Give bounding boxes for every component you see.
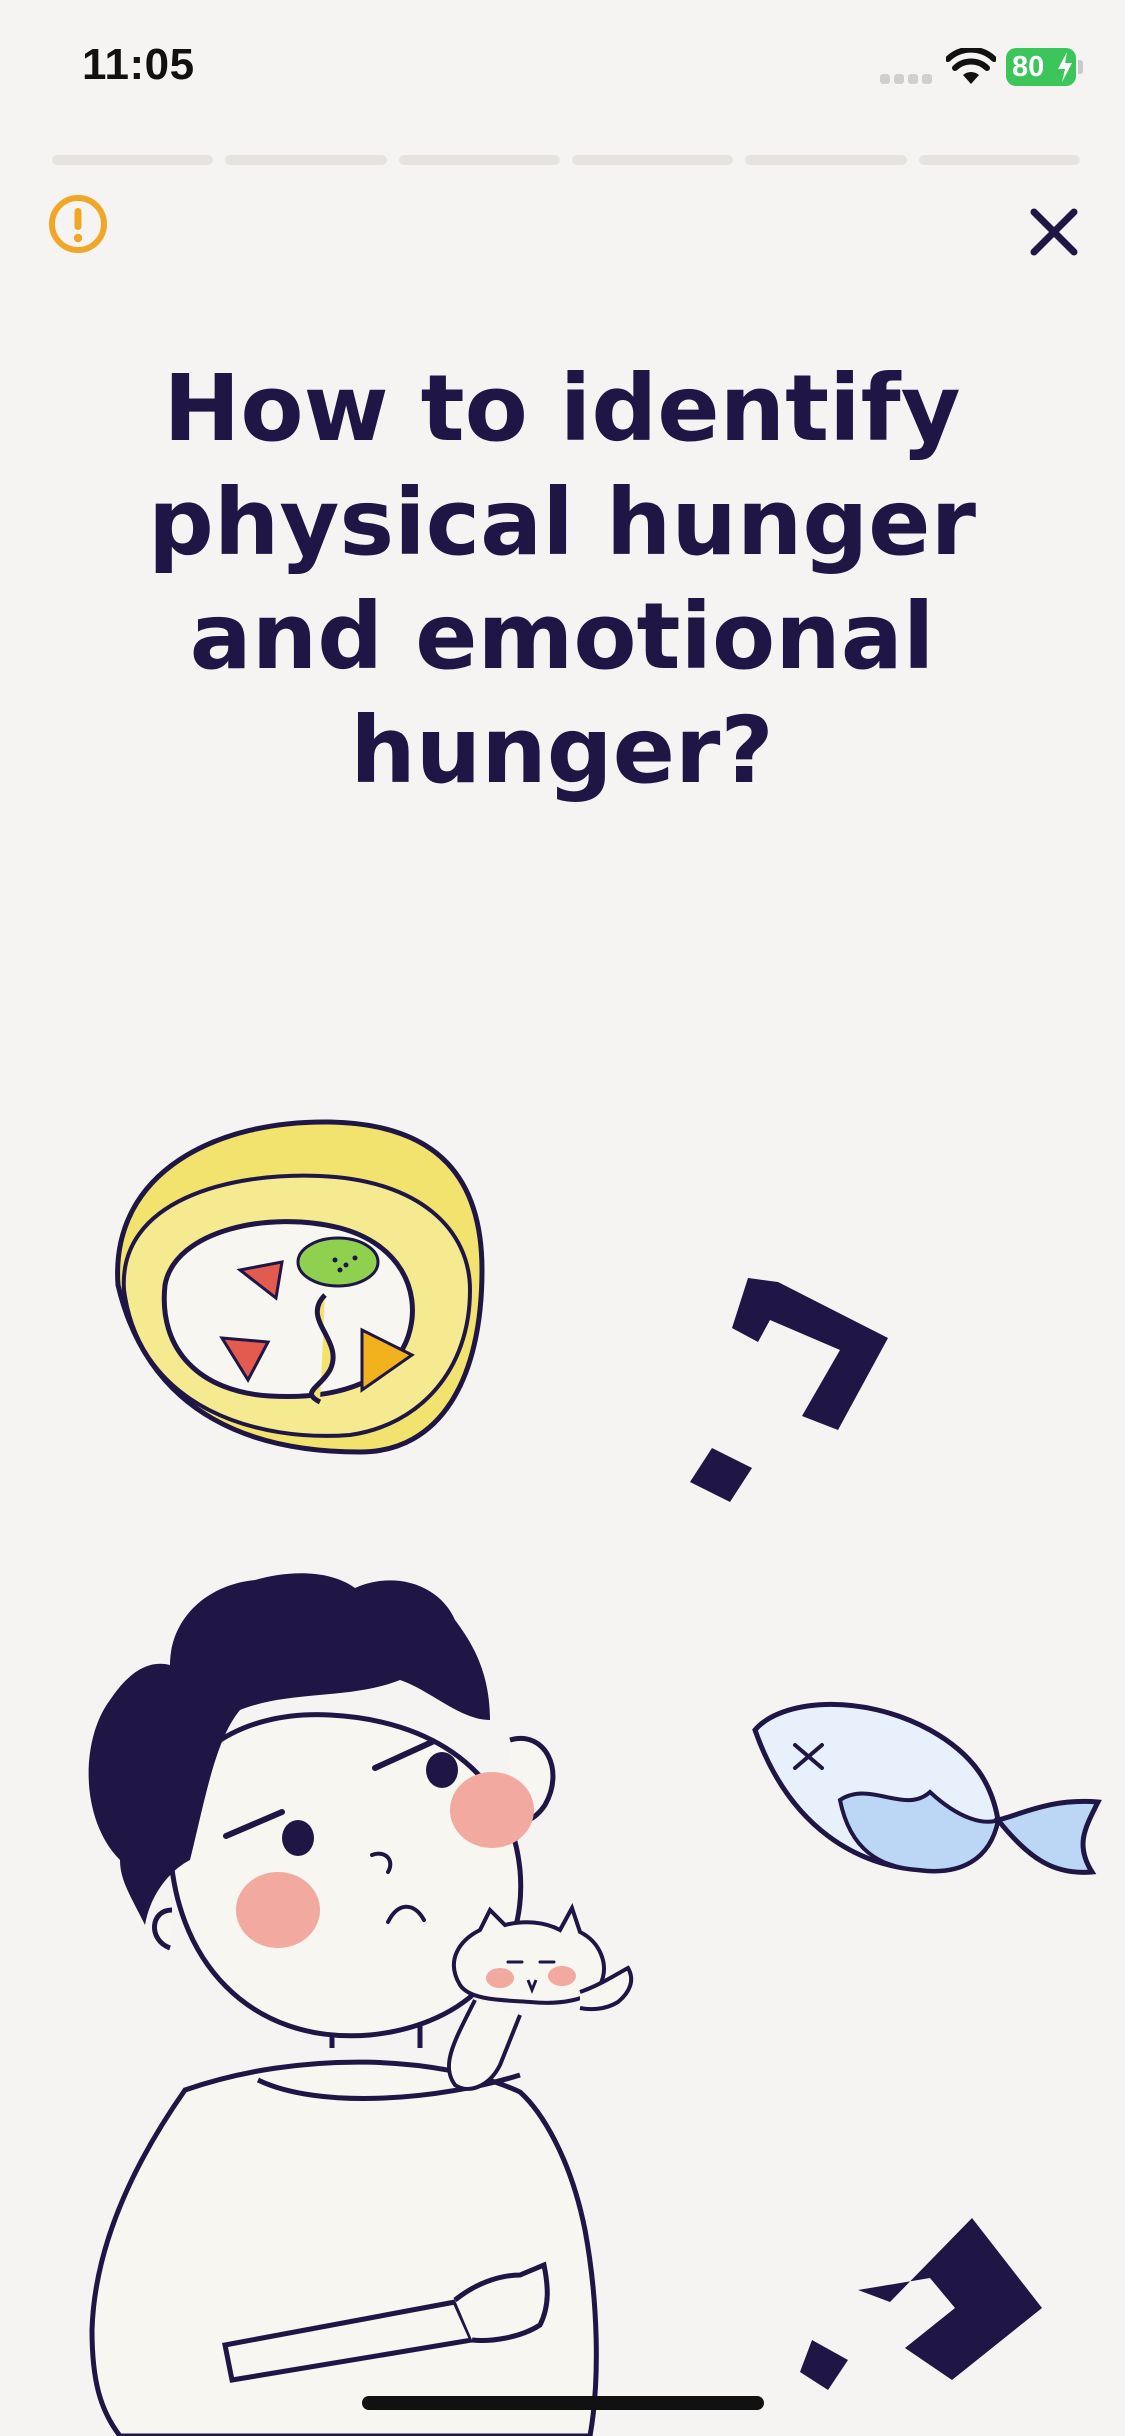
fish [752, 1701, 1102, 1875]
question-mark-upper [690, 1278, 888, 1502]
progress-segment [571, 155, 734, 165]
progress-segment [745, 155, 907, 165]
status-time: 11:05 [82, 40, 195, 89]
question-mark-lower [800, 2218, 1042, 2390]
wifi-icon [946, 48, 996, 84]
progress-segment [918, 155, 1080, 165]
report-button[interactable] [46, 192, 110, 256]
swiss-roll-cake [115, 1119, 485, 1455]
progress-segment [225, 155, 387, 165]
battery-level: 80 [1012, 51, 1045, 83]
status-bar: 11:05 80 [0, 0, 1125, 140]
progress-segment [398, 155, 560, 165]
charging-bolt-icon [1058, 52, 1072, 82]
story-progress [52, 155, 1080, 165]
exclamation-circle-icon [49, 195, 107, 253]
page-title: How to identify physical hunger and emot… [148, 355, 976, 804]
home-indicator[interactable] [362, 2396, 764, 2410]
thinking-boy [88, 1573, 599, 2436]
battery-indicator: 80 [1006, 48, 1076, 86]
battery-cap [1078, 60, 1083, 74]
close-button[interactable] [1022, 200, 1086, 264]
progress-segment [52, 155, 214, 165]
cat [446, 1903, 634, 2091]
close-icon [1030, 208, 1078, 256]
signal-icon [880, 74, 932, 84]
hunger-illustration [88, 1119, 1102, 2436]
